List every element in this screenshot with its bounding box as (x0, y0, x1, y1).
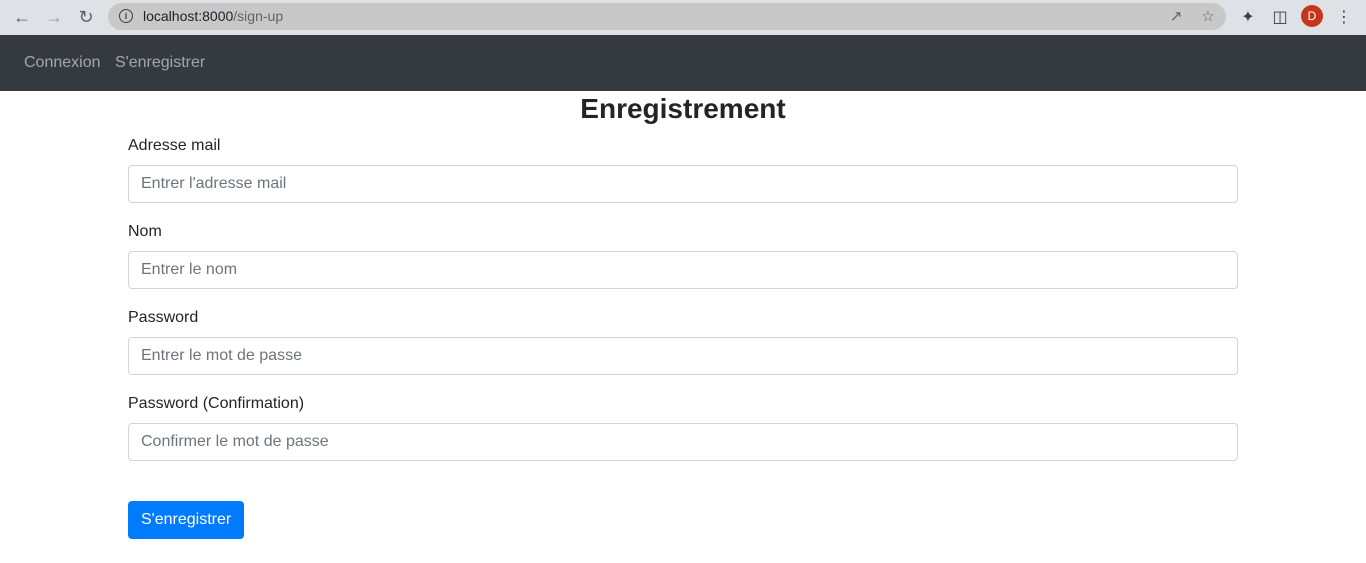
navbar: Connexion S'enregistrer (0, 35, 1366, 91)
signup-button[interactable]: S'enregistrer (128, 501, 245, 539)
back-icon[interactable]: ← (10, 5, 34, 29)
url-path: /sign-up (233, 8, 284, 24)
info-icon[interactable]: i (119, 9, 133, 23)
password-field[interactable] (128, 337, 1238, 375)
puzzle-icon[interactable]: ✦ (1236, 5, 1260, 29)
url-host: localhost:8000 (143, 8, 234, 24)
name-label: Nom (128, 223, 162, 240)
kebab-menu-icon[interactable]: ⋮ (1332, 5, 1356, 29)
url-text[interactable]: localhost:8000/sign-up (143, 8, 283, 24)
email-field[interactable] (128, 165, 1238, 203)
email-label: Adresse mail (128, 137, 221, 154)
star-icon[interactable]: ☆ (1198, 6, 1218, 26)
forward-icon[interactable]: → (42, 5, 66, 29)
reload-icon[interactable]: ↻ (74, 5, 98, 29)
name-field[interactable] (128, 251, 1238, 289)
password-label: Password (128, 309, 199, 326)
share-icon[interactable]: ↗ (1166, 6, 1186, 26)
address-bar[interactable]: i localhost:8000/sign-up ↗ ☆ (108, 3, 1226, 30)
browser-toolbar: ← → ↻ i localhost:8000/sign-up ↗ ☆ ✦ ◫ D… (0, 0, 1366, 35)
password-confirm-field[interactable] (128, 423, 1238, 461)
avatar[interactable]: D (1301, 5, 1323, 27)
nav-link-connexion[interactable]: Connexion (24, 54, 101, 72)
password-confirm-label: Password (Confirmation) (128, 395, 305, 412)
side-panel-icon[interactable]: ◫ (1268, 5, 1292, 29)
page-title: Enregistrement (580, 93, 786, 124)
nav-link-senregistrer[interactable]: S'enregistrer (115, 54, 205, 72)
